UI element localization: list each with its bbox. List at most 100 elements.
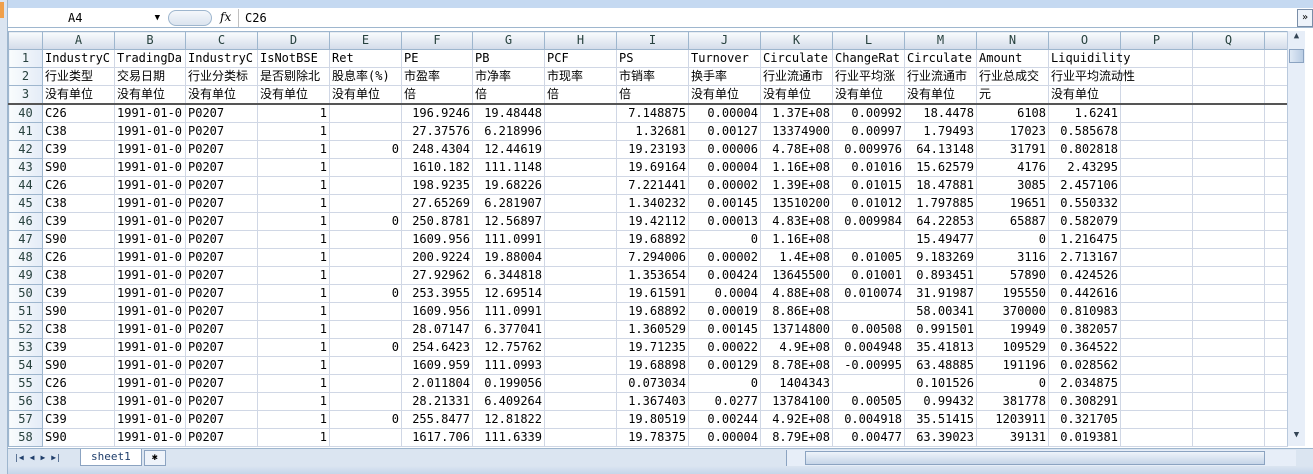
cell-L57[interactable]: 0.004918: [832, 410, 905, 429]
cell-M41[interactable]: 1.79493: [904, 122, 977, 141]
cell-P3[interactable]: [1120, 85, 1193, 105]
cell-Q45[interactable]: [1192, 194, 1265, 213]
cell-A51[interactable]: S90: [42, 302, 115, 321]
cell-P46[interactable]: [1120, 212, 1193, 231]
cell-L3[interactable]: 没有单位: [832, 85, 905, 105]
cell-N42[interactable]: 31791: [976, 140, 1049, 159]
cell-C44[interactable]: P0207: [185, 176, 258, 195]
cell-Q51[interactable]: [1192, 302, 1265, 321]
cell-L40[interactable]: 0.00992: [832, 103, 905, 123]
cell-N56[interactable]: 381778: [976, 392, 1049, 411]
cell-C46[interactable]: P0207: [185, 212, 258, 231]
cell-H50[interactable]: [544, 284, 617, 303]
cell-F1[interactable]: PE: [401, 49, 473, 68]
cell-Q58[interactable]: [1192, 428, 1265, 447]
cell-M52[interactable]: 0.991501: [904, 320, 977, 339]
column-header-partial[interactable]: [1264, 31, 1288, 50]
cell-E47[interactable]: [329, 230, 402, 249]
cell-I48[interactable]: 7.294006: [616, 248, 689, 267]
cell-D2[interactable]: 是否剔除北: [257, 67, 330, 86]
cell-N2[interactable]: 行业总成交: [976, 67, 1049, 86]
cell-C1[interactable]: IndustryC: [185, 49, 258, 68]
cell-D1[interactable]: IsNotBSE: [257, 49, 330, 68]
cell-partial[interactable]: [1264, 212, 1288, 231]
cell-B56[interactable]: 1991-01-0: [114, 392, 186, 411]
cell-M40[interactable]: 18.4478: [904, 103, 977, 123]
cell-I56[interactable]: 1.367403: [616, 392, 689, 411]
cell-F41[interactable]: 27.37576: [401, 122, 473, 141]
cell-N54[interactable]: 191196: [976, 356, 1049, 375]
cell-D53[interactable]: 1: [257, 338, 330, 357]
cell-B55[interactable]: 1991-01-0: [114, 374, 186, 393]
cell-I45[interactable]: 1.340232: [616, 194, 689, 213]
cell-N51[interactable]: 370000: [976, 302, 1049, 321]
cell-G43[interactable]: 111.1148: [472, 158, 545, 177]
cell-H48[interactable]: [544, 248, 617, 267]
cell-J51[interactable]: 0.00019: [688, 302, 761, 321]
cell-H42[interactable]: [544, 140, 617, 159]
cell-N55[interactable]: 0: [976, 374, 1049, 393]
cell-K49[interactable]: 13645500: [760, 266, 833, 285]
cell-A57[interactable]: C39: [42, 410, 115, 429]
cell-G54[interactable]: 111.0993: [472, 356, 545, 375]
row-header[interactable]: 50: [8, 284, 43, 303]
hscroll-thumb[interactable]: [805, 450, 1265, 465]
cell-B48[interactable]: 1991-01-0: [114, 248, 186, 267]
cell-P49[interactable]: [1120, 266, 1193, 285]
cell-M57[interactable]: 35.51415: [904, 410, 977, 429]
cell-L49[interactable]: 0.01001: [832, 266, 905, 285]
cell-I52[interactable]: 1.360529: [616, 320, 689, 339]
cell-E57[interactable]: 0: [329, 410, 402, 429]
cell-E2[interactable]: 股息率(%): [329, 67, 402, 86]
cell-K57[interactable]: 4.92E+08: [760, 410, 833, 429]
row-header[interactable]: 41: [8, 122, 43, 141]
cell-B3[interactable]: 没有单位: [114, 85, 186, 105]
insert-function-icon[interactable]: fx: [220, 10, 231, 24]
cell-D58[interactable]: 1: [257, 428, 330, 447]
cell-F3[interactable]: 倍: [401, 85, 473, 105]
row-header[interactable]: 44: [8, 176, 43, 195]
cell-C47[interactable]: P0207: [185, 230, 258, 249]
cell-L56[interactable]: 0.00505: [832, 392, 905, 411]
cell-D45[interactable]: 1: [257, 194, 330, 213]
cell-F45[interactable]: 27.65269: [401, 194, 473, 213]
cell-E52[interactable]: [329, 320, 402, 339]
cell-A46[interactable]: C39: [42, 212, 115, 231]
cell-I3[interactable]: 倍: [616, 85, 689, 105]
cell-F43[interactable]: 1610.182: [401, 158, 473, 177]
cell-Q42[interactable]: [1192, 140, 1265, 159]
cell-A56[interactable]: C38: [42, 392, 115, 411]
cell-G57[interactable]: 12.81822: [472, 410, 545, 429]
column-header-C[interactable]: C: [185, 31, 258, 50]
cell-H41[interactable]: [544, 122, 617, 141]
cell-A47[interactable]: S90: [42, 230, 115, 249]
cell-K46[interactable]: 4.83E+08: [760, 212, 833, 231]
cell-J52[interactable]: 0.00145: [688, 320, 761, 339]
insert-sheet-icon[interactable]: ✱: [143, 449, 166, 466]
cell-C51[interactable]: P0207: [185, 302, 258, 321]
cell-H45[interactable]: [544, 194, 617, 213]
cell-M55[interactable]: 0.101526: [904, 374, 977, 393]
cell-N57[interactable]: 1203911: [976, 410, 1049, 429]
cell-C40[interactable]: P0207: [185, 103, 258, 123]
cell-K3[interactable]: 没有单位: [760, 85, 833, 105]
cell-J3[interactable]: 没有单位: [688, 85, 761, 105]
cell-B57[interactable]: 1991-01-0: [114, 410, 186, 429]
cell-Q40[interactable]: [1192, 103, 1265, 123]
cell-G44[interactable]: 19.68226: [472, 176, 545, 195]
cell-O53[interactable]: 0.364522: [1048, 338, 1121, 357]
cell-E54[interactable]: [329, 356, 402, 375]
cell-A42[interactable]: C39: [42, 140, 115, 159]
cell-P43[interactable]: [1120, 158, 1193, 177]
cell-E46[interactable]: 0: [329, 212, 402, 231]
cell-D54[interactable]: 1: [257, 356, 330, 375]
cell-E50[interactable]: 0: [329, 284, 402, 303]
cell-partial[interactable]: [1264, 230, 1288, 249]
cell-O42[interactable]: 0.802818: [1048, 140, 1121, 159]
cell-H40[interactable]: [544, 103, 617, 123]
cell-H46[interactable]: [544, 212, 617, 231]
cell-N50[interactable]: 195550: [976, 284, 1049, 303]
cell-Q2[interactable]: [1192, 67, 1265, 86]
cell-C54[interactable]: P0207: [185, 356, 258, 375]
cell-L48[interactable]: 0.01005: [832, 248, 905, 267]
